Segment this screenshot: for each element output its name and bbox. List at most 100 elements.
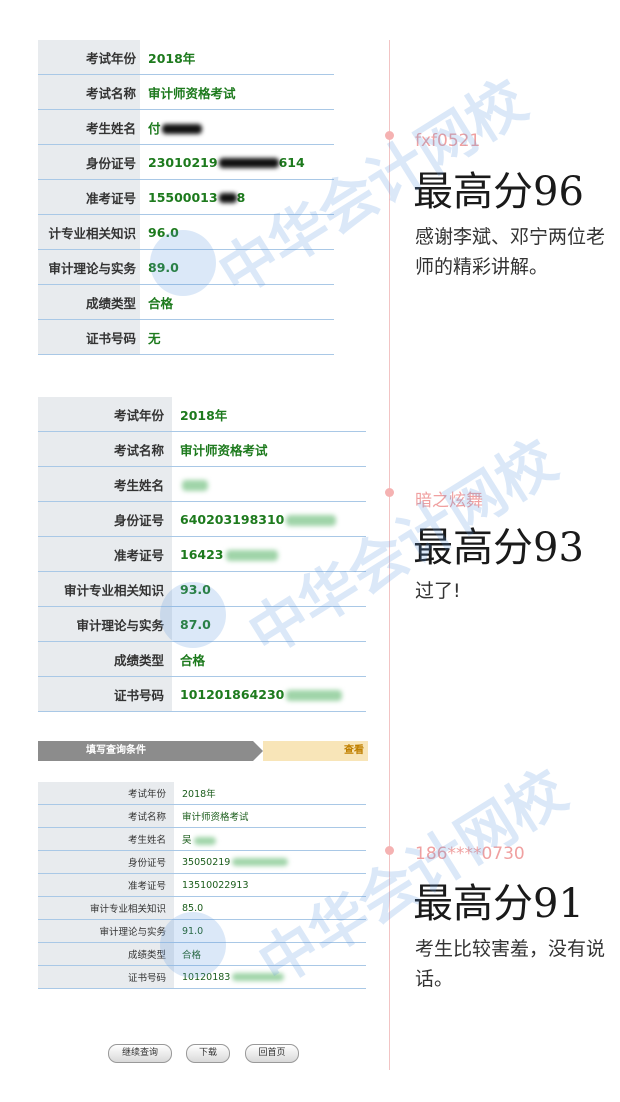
- continue-query-button[interactable]: 继续查询: [108, 1044, 172, 1063]
- row-value: 无: [140, 319, 334, 355]
- download-button[interactable]: 下载: [186, 1044, 230, 1063]
- table-row: 审计理论与实务 87.0: [38, 606, 366, 642]
- redacted-id: [286, 514, 337, 526]
- table-row: 计专业相关知识 96.0: [38, 214, 334, 250]
- comment-text: 考生比较害羞，没有说话。: [415, 938, 606, 990]
- row-label: 准考证号: [38, 179, 140, 215]
- table-row: 准考证号 15500013 8: [38, 179, 334, 215]
- table-row: 准考证号 13510022913: [38, 873, 366, 897]
- row-label: 审计专业相关知识: [38, 571, 172, 607]
- username: fxf0521: [415, 131, 481, 151]
- row-label: 准考证号: [38, 536, 172, 572]
- redacted-cert: [286, 689, 343, 701]
- row-value-tail: 8: [236, 189, 246, 205]
- table-row: 审计专业相关知识 93.0: [38, 571, 366, 607]
- table-row: 审计理论与实务 91.0: [38, 919, 366, 943]
- redacted-id: [232, 858, 289, 866]
- row-label: 审计专业相关知识: [38, 896, 174, 920]
- row-label: 考试名称: [38, 804, 174, 828]
- row-label: 证书号码: [38, 965, 174, 989]
- username: 暗之炫舞: [415, 491, 483, 511]
- row-label: 成绩类型: [38, 641, 172, 677]
- row-value: 10120183: [182, 971, 231, 983]
- timeline-line: [389, 40, 390, 1070]
- redacted-name: [182, 479, 208, 491]
- row-label: 考试名称: [38, 74, 140, 110]
- row-label: 成绩类型: [38, 942, 174, 966]
- table-row: 身份证号 23010219 614: [38, 144, 334, 180]
- row-value: 96.0: [140, 214, 334, 250]
- table-row: 证书号码 101201864230: [38, 676, 366, 712]
- row-value: 15500013: [148, 189, 218, 205]
- row-label: 审计理论与实务: [38, 919, 174, 943]
- row-label: 考试年份: [38, 397, 172, 432]
- table-row: 准考证号 16423: [38, 536, 366, 572]
- timeline-dot: [385, 846, 394, 855]
- row-value: 101201864230: [180, 686, 285, 702]
- step-view-results: 查看: [263, 741, 368, 761]
- row-value: 审计师资格考试: [174, 804, 366, 828]
- row-label: 考试年份: [38, 40, 140, 75]
- row-label: 身份证号: [38, 850, 174, 874]
- table-row: 考生姓名: [38, 466, 366, 502]
- redacted-cert: [232, 973, 285, 981]
- redacted-name: [161, 124, 202, 134]
- step-fill-conditions: 填写查询条件: [38, 741, 253, 761]
- row-label: 准考证号: [38, 873, 174, 897]
- row-label: 成绩类型: [38, 284, 140, 320]
- row-value: 85.0: [174, 896, 366, 920]
- score-result-table-1: 考试年份 2018年 考试名称 审计师资格考试 考生姓名付 身份证号 23010219…: [38, 40, 334, 355]
- table-row: 考试名称 审计师资格考试: [38, 804, 366, 828]
- row-value: 合格: [174, 942, 366, 966]
- table-row: 身份证号 35050219: [38, 850, 366, 874]
- row-value: 23010219: [148, 154, 218, 170]
- comment-text: 感谢李斌、邓宁两位老师的精彩讲解。: [415, 226, 606, 278]
- table-row: 成绩类型 合格: [38, 942, 366, 966]
- redacted-number: [218, 193, 237, 203]
- row-value: 合格: [172, 641, 366, 677]
- row-label: 证书号码: [38, 676, 172, 712]
- row-label: 考生姓名: [38, 827, 174, 851]
- redacted-name: [193, 836, 216, 845]
- row-label: 计专业相关知识: [38, 214, 140, 250]
- row-label: 考试年份: [38, 782, 174, 805]
- row-value: 审计师资格考试: [172, 431, 366, 467]
- step-arrow-icon: [253, 741, 263, 761]
- row-label: 证书号码: [38, 319, 140, 355]
- row-label: 身份证号: [38, 501, 172, 537]
- row-value: 89.0: [140, 249, 334, 285]
- row-value: 93.0: [172, 571, 366, 607]
- redacted-number: [225, 549, 278, 561]
- table-row: 成绩类型 合格: [38, 641, 366, 677]
- score-heading: 最高分91: [413, 881, 584, 927]
- row-value: 2018年: [174, 782, 366, 805]
- row-label: 身份证号: [38, 144, 140, 180]
- score-result-table-3: 考试年份 2018年 考试名称 审计师资格考试 考生姓名吴 身份证号 35050219…: [38, 782, 366, 989]
- table-row: 证书号码 10120183: [38, 965, 366, 989]
- row-value: 87.0: [172, 606, 366, 642]
- row-value: 合格: [140, 284, 334, 320]
- table-row: 考试年份 2018年: [38, 782, 366, 805]
- table-row: 证书号码无: [38, 319, 334, 355]
- row-label: 审计理论与实务: [38, 606, 172, 642]
- row-value: 35050219: [182, 856, 231, 868]
- table-row: 审计专业相关知识 85.0: [38, 896, 366, 920]
- table-row: 考试年份 2018年: [38, 40, 334, 75]
- query-step-bar: 填写查询条件 查看: [38, 741, 368, 761]
- row-value: 吴: [182, 835, 192, 846]
- score-heading: 最高分93: [413, 525, 584, 571]
- timeline-dot: [385, 488, 394, 497]
- row-value: 91.0: [174, 919, 366, 943]
- row-label: 考试名称: [38, 431, 172, 467]
- username: 186****0730: [415, 844, 525, 864]
- table-row: 成绩类型 合格: [38, 284, 334, 320]
- row-label: 审计理论与实务: [38, 249, 140, 285]
- row-value: 2018年: [172, 397, 366, 432]
- home-button[interactable]: 回首页: [245, 1044, 299, 1063]
- row-value: 付: [148, 120, 161, 136]
- row-value: 16423: [180, 546, 224, 562]
- row-value: 2018年: [140, 40, 334, 75]
- comment-text: 过了!: [415, 580, 461, 602]
- table-row: 考试名称 审计师资格考试: [38, 74, 334, 110]
- row-label: 考生姓名: [38, 109, 140, 145]
